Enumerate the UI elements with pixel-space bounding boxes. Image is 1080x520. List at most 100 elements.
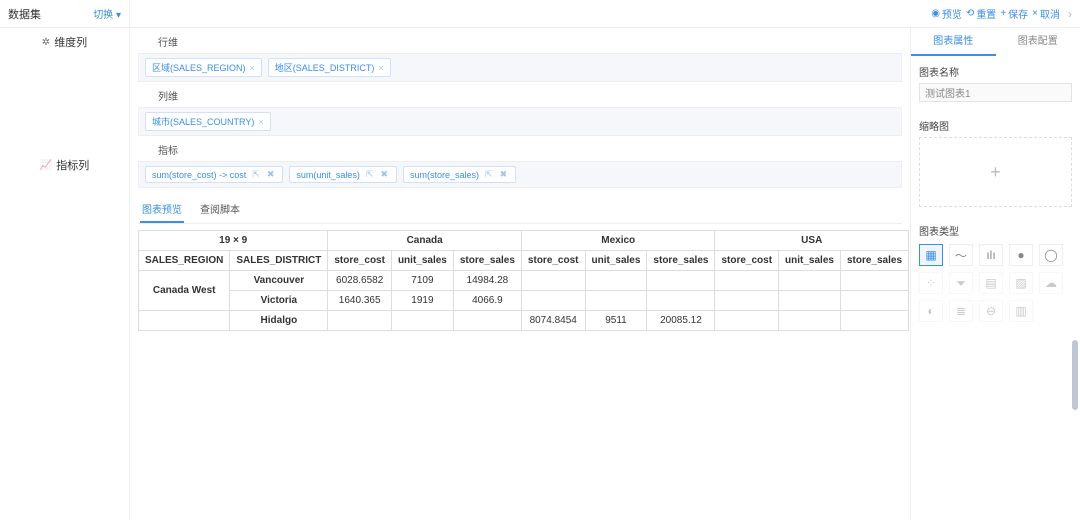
chip-label: 地区(SALES_DISTRICT) [275,61,375,74]
col-group: USA [715,231,909,251]
preview-button[interactable]: ◉ 预览 [931,6,962,21]
value-cell: 14984.28 [453,271,521,291]
chip-remove-icon[interactable]: × [258,117,263,127]
chip-remove-icon[interactable]: × [378,63,383,73]
value-cell [585,271,647,291]
region-cell [139,311,230,331]
value-cell [840,291,908,311]
chip-pop-icon[interactable]: ⇱ [483,169,495,180]
rtab-config[interactable]: 图表配置 [996,28,1080,56]
tab-script[interactable]: 查阅脚本 [198,196,242,223]
topbar: 数据集 切换 ▾ ◉ 预览 ⟲ 重置 + 保存 × 取消 › [0,0,1080,28]
value-cell [715,311,779,331]
chip-pop-icon[interactable]: ⇱ [364,169,376,180]
chart-type-cloud[interactable]: ☁ [1039,272,1063,294]
cancel-button[interactable]: × 取消 [1032,6,1060,21]
thumb-add[interactable]: + [919,137,1072,207]
value-cell [715,291,779,311]
chart-type-table[interactable]: ▦ [919,244,943,266]
value-cell: 20085.12 [647,311,715,331]
value-cell [715,271,779,291]
dataset-label: 数据集 [8,6,41,22]
chip-remove-icon[interactable]: × [250,63,255,73]
zone-cols: 列维 城市(SALES_COUNTRY)× [138,88,902,136]
reset-button[interactable]: ⟲ 重置 [966,6,996,21]
chart-type-grid: ▦ 〜 ılı ● ◯ ⁘ ⏷ ▤ ▨ ☁ ◐ ≣ ⊖ ▥ [919,244,1072,322]
chart-type-line[interactable]: 〜 [949,244,973,266]
zone-rows: 行维 区域(SALES_REGION)×地区(SALES_DISTRICT)× [138,34,902,82]
district-cell: Victoria [230,291,328,311]
dataset-header: 数据集 切换 ▾ [0,0,130,27]
sidebar: ✲维度列 📈指标列 [0,28,130,520]
chip-delete-icon[interactable]: ✖ [498,169,510,180]
chip[interactable]: sum(store_cost) -> cost ⇱✖ [145,166,283,183]
value-col-header: unit_sales [391,251,453,271]
tab-preview[interactable]: 图表预览 [140,196,184,223]
chart-type-ring[interactable]: ◯ [1039,244,1063,266]
chart-type-gauge[interactable]: ◐ [919,300,943,322]
value-cell [779,311,841,331]
chart-type-bubble[interactable]: ⁘ [919,272,943,294]
chart-type-area[interactable]: ▨ [1009,272,1033,294]
pivot-table: 19 × 9CanadaMexicoUSASALES_REGIONSALES_D… [138,230,909,331]
topbar-actions: ◉ 预览 ⟲ 重置 + 保存 × 取消 › [130,6,1080,21]
chart-type-bar[interactable]: ılı [979,244,1003,266]
chip-label: sum(store_sales) [410,170,479,180]
col-group: Mexico [521,231,715,251]
value-cell [521,271,585,291]
collapse-right-icon[interactable]: › [1068,7,1072,21]
value-cell [840,271,908,291]
chart-type-stack[interactable]: ▥ [1009,300,1033,322]
value-cell [328,311,392,331]
rtab-attrs[interactable]: 图表属性 [911,28,996,56]
value-cell: 4066.9 [453,291,521,311]
chart-name-label: 图表名称 [919,64,1072,79]
chip-pop-icon[interactable]: ⇱ [250,169,262,180]
row-dim-header: SALES_DISTRICT [230,251,328,271]
value-cell: 1640.365 [328,291,392,311]
value-cell [779,291,841,311]
value-cell [647,291,715,311]
value-col-header: unit_sales [585,251,647,271]
switch-dataset-link[interactable]: 切换 ▾ [93,6,121,21]
measures-well[interactable]: sum(store_cost) -> cost⇱✖sum(unit_sales)… [138,161,902,188]
value-cell [779,271,841,291]
chart-type-pie[interactable]: ⊖ [979,300,1003,322]
district-cell: Hidalgo [230,311,328,331]
chip-delete-icon[interactable]: ✖ [378,169,390,180]
chart-type-heat[interactable]: ▤ [979,272,1003,294]
value-col-header: store_sales [453,251,521,271]
chip-label: 城市(SALES_COUNTRY) [152,115,254,128]
sidebar-metric-section[interactable]: 📈指标列 [0,151,129,179]
vertical-scrollbar[interactable] [1072,340,1078,410]
value-col-header: unit_sales [779,251,841,271]
value-cell: 1919 [391,291,453,311]
sidebar-dim-section[interactable]: ✲维度列 [0,28,129,56]
chip[interactable]: sum(store_sales) ⇱✖ [403,166,516,183]
thumb-section: 缩略图 + [911,110,1080,215]
chart-type-scatter[interactable]: ● [1009,244,1033,266]
cols-well[interactable]: 城市(SALES_COUNTRY) × [138,107,902,136]
chart-type-funnel[interactable]: ⏷ [949,272,973,294]
chip[interactable]: sum(unit_sales)⇱✖ [289,166,397,183]
value-cell [391,311,453,331]
chart-name-input[interactable] [919,83,1072,102]
chip-label: sum(store_cost) -> cost [152,170,246,180]
zone-measures: 指标 sum(store_cost) -> cost⇱✖sum(unit_sal… [138,142,902,188]
chip[interactable]: 区域(SALES_REGION) × [145,58,262,77]
chip[interactable]: 地区(SALES_DISTRICT)× [268,58,391,77]
chart-type-grid2[interactable]: ≣ [949,300,973,322]
right-panel: 图表属性 图表配置 图表名称 缩略图 + 图表类型 ▦〜ılı●◯⁘⏷▤▨☁◐≣… [910,28,1080,520]
table-row: Canada WestVancouver6028.6582710914984.2… [139,271,909,291]
value-cell [453,311,521,331]
row-dim-header: SALES_REGION [139,251,230,271]
thumb-label: 缩略图 [919,118,1072,133]
main: ✲维度列 📈指标列 行维 区域(SALES_REGION)×地区(SALES_D… [0,28,1080,520]
rows-well[interactable]: 区域(SALES_REGION)×地区(SALES_DISTRICT)× [138,53,902,82]
chip[interactable]: 城市(SALES_COUNTRY) × [145,112,271,131]
save-button[interactable]: + 保存 [1000,6,1028,21]
chip-delete-icon[interactable]: ✖ [265,169,277,180]
zone-measures-label: 指标 [158,142,902,157]
chip-label: 区域(SALES_REGION) [152,61,246,74]
table-row: Victoria1640.36519194066.9 [139,291,909,311]
